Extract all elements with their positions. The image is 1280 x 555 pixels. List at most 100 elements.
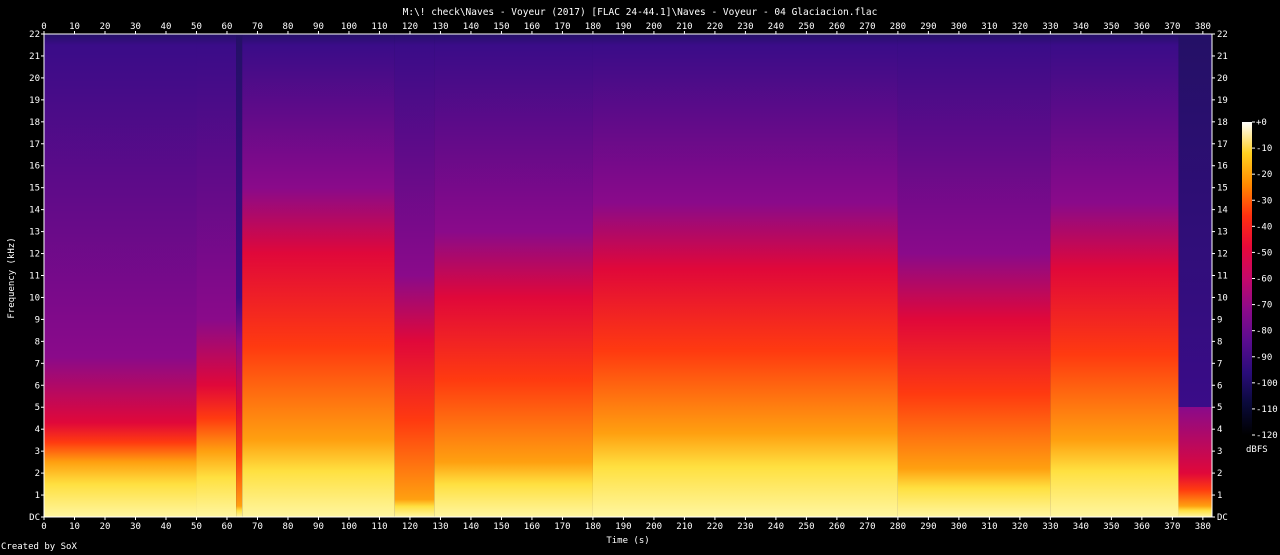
y-tick-label-left: 3	[35, 447, 40, 457]
y-tick-label-right: 15	[1217, 184, 1228, 194]
y-tick-label-left: 2	[35, 469, 40, 479]
y-tick-label-left: 5	[35, 403, 40, 413]
y-tick-label-right: 4	[1217, 425, 1222, 435]
x-tick-label-bottom: 60	[222, 522, 233, 532]
y-tick-label-left: 4	[35, 425, 40, 435]
y-tick-label-left: DC	[29, 513, 40, 523]
y-tick-label-left: 19	[29, 96, 40, 106]
x-tick-label-top: 180	[585, 22, 601, 32]
x-tick-label-top: 350	[1103, 22, 1119, 32]
x-tick-label-top: 60	[222, 22, 233, 32]
y-tick-label-right: 20	[1217, 74, 1228, 84]
x-tick-label-bottom: 200	[646, 522, 662, 532]
x-tick-label-top: 300	[951, 22, 967, 32]
x-tick-label-top: 200	[646, 22, 662, 32]
x-tick-label-bottom: 100	[341, 522, 357, 532]
y-tick-label-left: 16	[29, 162, 40, 172]
x-tick-label-bottom: 260	[829, 522, 845, 532]
colorbar-tick-label: -10	[1256, 144, 1272, 154]
y-tick-label-right: 17	[1217, 140, 1228, 150]
y-tick-label-left: 7	[35, 359, 40, 369]
x-tick-label-top: 240	[768, 22, 784, 32]
y-tick-label-left: 9	[35, 315, 40, 325]
y-tick-label-right: 21	[1217, 52, 1228, 62]
x-tick-label-bottom: 90	[313, 522, 324, 532]
x-tick-label-top: 110	[371, 22, 387, 32]
spectrogram-segment	[1050, 34, 1179, 517]
y-tick-label-left: 13	[29, 228, 40, 238]
x-tick-label-top: 160	[524, 22, 540, 32]
colorbar-tick-label: -50	[1256, 248, 1272, 258]
x-tick-label-bottom: 350	[1103, 522, 1119, 532]
x-tick-label-bottom: 140	[463, 522, 479, 532]
x-tick-label-bottom: 110	[371, 522, 387, 532]
y-tick-label-right: 12	[1217, 250, 1228, 260]
colorbar-tick-label: -110	[1256, 405, 1278, 415]
spectrogram-segment	[394, 34, 435, 517]
x-tick-label-bottom: 0	[41, 522, 46, 532]
y-tick-label-left: 1	[35, 491, 40, 501]
spectrogram-segment	[1178, 34, 1212, 517]
x-tick-label-top: 0	[41, 22, 46, 32]
colorbar-tick-label: -70	[1256, 301, 1272, 311]
x-tick-label-bottom: 160	[524, 522, 540, 532]
x-tick-label-top: 310	[981, 22, 997, 32]
y-axis-label: Frequency (kHz)	[7, 237, 17, 318]
colorbar-tick-label: -60	[1256, 275, 1272, 285]
colorbar	[1242, 122, 1252, 435]
x-tick-label-top: 270	[859, 22, 875, 32]
x-tick-label-bottom: 370	[1164, 522, 1180, 532]
x-axis-label: Time (s)	[606, 536, 649, 546]
plot-area	[43, 33, 1213, 518]
x-tick-label-bottom: 240	[768, 522, 784, 532]
y-tick-label-right: 1	[1217, 491, 1222, 501]
x-tick-label-bottom: 210	[676, 522, 692, 532]
x-tick-label-bottom: 190	[615, 522, 631, 532]
y-tick-label-left: 12	[29, 250, 40, 260]
x-tick-label-top: 220	[707, 22, 723, 32]
x-tick-label-bottom: 150	[493, 522, 509, 532]
y-tick-label-right: 5	[1217, 403, 1222, 413]
y-tick-label-left: 21	[29, 52, 40, 62]
x-tick-label-bottom: 360	[1134, 522, 1150, 532]
y-tick-label-right: 6	[1217, 381, 1222, 391]
x-tick-label-bottom: 330	[1042, 522, 1058, 532]
y-tick-label-right: 22	[1217, 30, 1228, 40]
colorbar-tick-label: -100	[1256, 379, 1278, 389]
x-tick-label-bottom: 300	[951, 522, 967, 532]
y-tick-label-left: 18	[29, 118, 40, 128]
x-tick-label-bottom: 340	[1073, 522, 1089, 532]
x-tick-label-top: 330	[1042, 22, 1058, 32]
spectrogram-segment	[897, 34, 1051, 517]
colorbar-tick-label: +0	[1256, 118, 1267, 128]
colorbar-tick-label: -40	[1256, 222, 1272, 232]
y-tick-label-right: 18	[1217, 118, 1228, 128]
y-tick-label-right: 10	[1217, 293, 1228, 303]
x-tick-label-top: 230	[737, 22, 753, 32]
x-tick-label-top: 150	[493, 22, 509, 32]
y-tick-label-right: 9	[1217, 315, 1222, 325]
x-tick-label-top: 20	[100, 22, 111, 32]
colorbar-label: dBFS	[1246, 445, 1268, 455]
x-tick-label-bottom: 310	[981, 522, 997, 532]
x-tick-label-bottom: 50	[191, 522, 202, 532]
colorbar-tick-label: -120	[1256, 431, 1278, 441]
x-tick-label-top: 170	[554, 22, 570, 32]
x-tick-label-top: 140	[463, 22, 479, 32]
x-tick-label-top: 380	[1195, 22, 1211, 32]
x-tick-label-top: 120	[402, 22, 418, 32]
colorbar-tick-label: -20	[1256, 170, 1272, 180]
colorbar-tick-label: -90	[1256, 353, 1272, 363]
y-tick-label-left: 8	[35, 337, 40, 347]
x-tick-label-bottom: 320	[1012, 522, 1028, 532]
x-tick-label-bottom: 20	[100, 522, 111, 532]
spectrogram-segment	[592, 34, 898, 517]
y-tick-label-left: 11	[29, 272, 40, 282]
x-tick-label-top: 250	[798, 22, 814, 32]
y-tick-label-right: 14	[1217, 206, 1228, 216]
x-tick-label-top: 50	[191, 22, 202, 32]
x-tick-label-top: 290	[920, 22, 936, 32]
x-tick-label-bottom: 290	[920, 522, 936, 532]
y-tick-label-right: 7	[1217, 359, 1222, 369]
x-tick-label-top: 80	[283, 22, 294, 32]
